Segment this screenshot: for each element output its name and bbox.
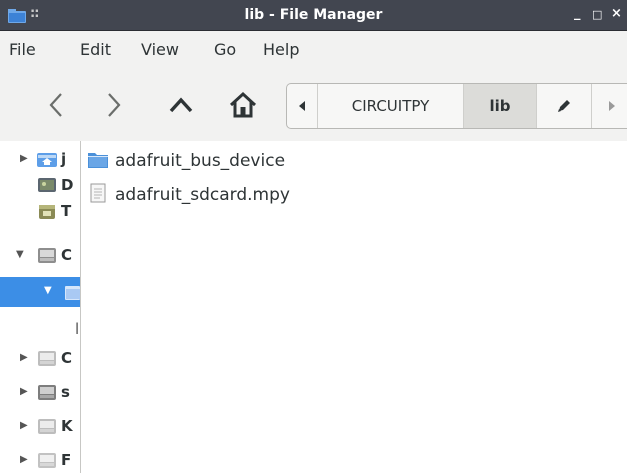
tree-item-label: j [61, 150, 67, 168]
menu-go[interactable]: Go [214, 40, 236, 59]
file-name: adafruit_sdcard.mpy [115, 185, 290, 205]
tree-item-label: C [61, 246, 73, 264]
title-bar: :: lib - File Manager _ □ × [0, 0, 627, 31]
menu-file[interactable]: File [9, 40, 36, 59]
desktop-icon [36, 176, 58, 198]
tree-item-label: l [75, 320, 80, 338]
expander-expanded-icon[interactable]: ▼ [16, 249, 24, 260]
menu-view[interactable]: View [141, 40, 179, 59]
forward-button[interactable] [92, 83, 136, 127]
tree-item-drive-2[interactable]: ▶ C [0, 347, 80, 371]
file-list-view[interactable]: adafruit_bus_device adafruit_sdcard.mpy [81, 141, 627, 473]
document-icon [87, 183, 109, 207]
folder-icon [87, 149, 109, 173]
drive-icon [36, 383, 58, 405]
tree-item-desktop[interactable]: D [0, 174, 80, 198]
close-button[interactable]: × [611, 6, 622, 21]
back-button[interactable] [34, 83, 78, 127]
drive-icon [36, 451, 58, 473]
caret-left-icon [299, 101, 305, 111]
path-scroll-left-button[interactable] [287, 84, 317, 128]
expander-collapsed-icon[interactable]: ▶ [20, 352, 28, 363]
home-icon [229, 91, 257, 118]
window-title: lib - File Manager [244, 7, 383, 23]
expander-collapsed-icon[interactable]: ▶ [20, 454, 28, 465]
menu-bar: File Edit View Go Help [0, 31, 627, 65]
folder-home-icon [36, 150, 58, 172]
file-name: adafruit_bus_device [115, 151, 286, 171]
home-button[interactable] [221, 83, 265, 127]
tree-item-child[interactable]: l [0, 318, 80, 342]
expander-collapsed-icon[interactable]: ▶ [20, 420, 28, 431]
tree-item-drive-4[interactable]: ▶ K [0, 415, 80, 439]
forward-icon [108, 93, 121, 117]
caret-right-icon [609, 101, 615, 111]
file-item-document[interactable]: adafruit_sdcard.mpy [87, 182, 290, 208]
expander-expanded-icon[interactable]: ▼ [44, 285, 52, 296]
drive-icon [36, 246, 58, 268]
tree-item-label: s [61, 383, 70, 401]
tree-item-drive-circuitpy[interactable]: ▼ C [0, 244, 80, 268]
tree-item-label: C [61, 349, 73, 367]
path-bar: CIRCUITPY lib [286, 83, 627, 129]
tree-item-label: K [61, 417, 73, 435]
drive-icon [36, 417, 58, 439]
drive-icon [36, 349, 58, 371]
menu-edit[interactable]: Edit [80, 40, 111, 59]
up-button[interactable] [159, 83, 203, 127]
maximize-button[interactable]: □ [592, 8, 602, 21]
toolbar: CIRCUITPY lib [0, 65, 627, 141]
menu-help[interactable]: Help [263, 40, 299, 59]
path-segment-lib[interactable]: lib [463, 84, 536, 128]
tree-item-lib-selected[interactable]: ▼ [0, 277, 80, 307]
expander-collapsed-icon[interactable]: ▶ [20, 386, 28, 397]
tree-item-drive-3[interactable]: ▶ s [0, 381, 80, 405]
edit-location-button[interactable] [536, 84, 591, 128]
pencil-icon [558, 100, 570, 112]
path-scroll-right-button[interactable] [591, 84, 627, 128]
path-segment-circuitpy[interactable]: CIRCUITPY [317, 84, 463, 128]
tree-item-home[interactable]: ▶ j [0, 148, 80, 172]
minimize-button[interactable]: _ [574, 6, 581, 21]
file-item-folder[interactable]: adafruit_bus_device [87, 148, 285, 174]
up-arrow-icon [169, 97, 193, 113]
back-icon [49, 93, 62, 117]
tree-item-label: F [61, 451, 72, 469]
tree-item-drive-5[interactable]: ▶ F [0, 449, 80, 473]
tree-item-trash[interactable]: T [0, 200, 80, 224]
tree-item-label: D [61, 176, 74, 194]
trash-icon [36, 202, 58, 224]
side-pane-tree[interactable]: ▶ j D T ▼ C ▼ l ▶ C ▶ s ▶ K ▶ F [0, 141, 81, 473]
folder-icon [64, 283, 80, 305]
expander-collapsed-icon[interactable]: ▶ [20, 153, 28, 164]
tree-item-label: T [61, 202, 72, 220]
